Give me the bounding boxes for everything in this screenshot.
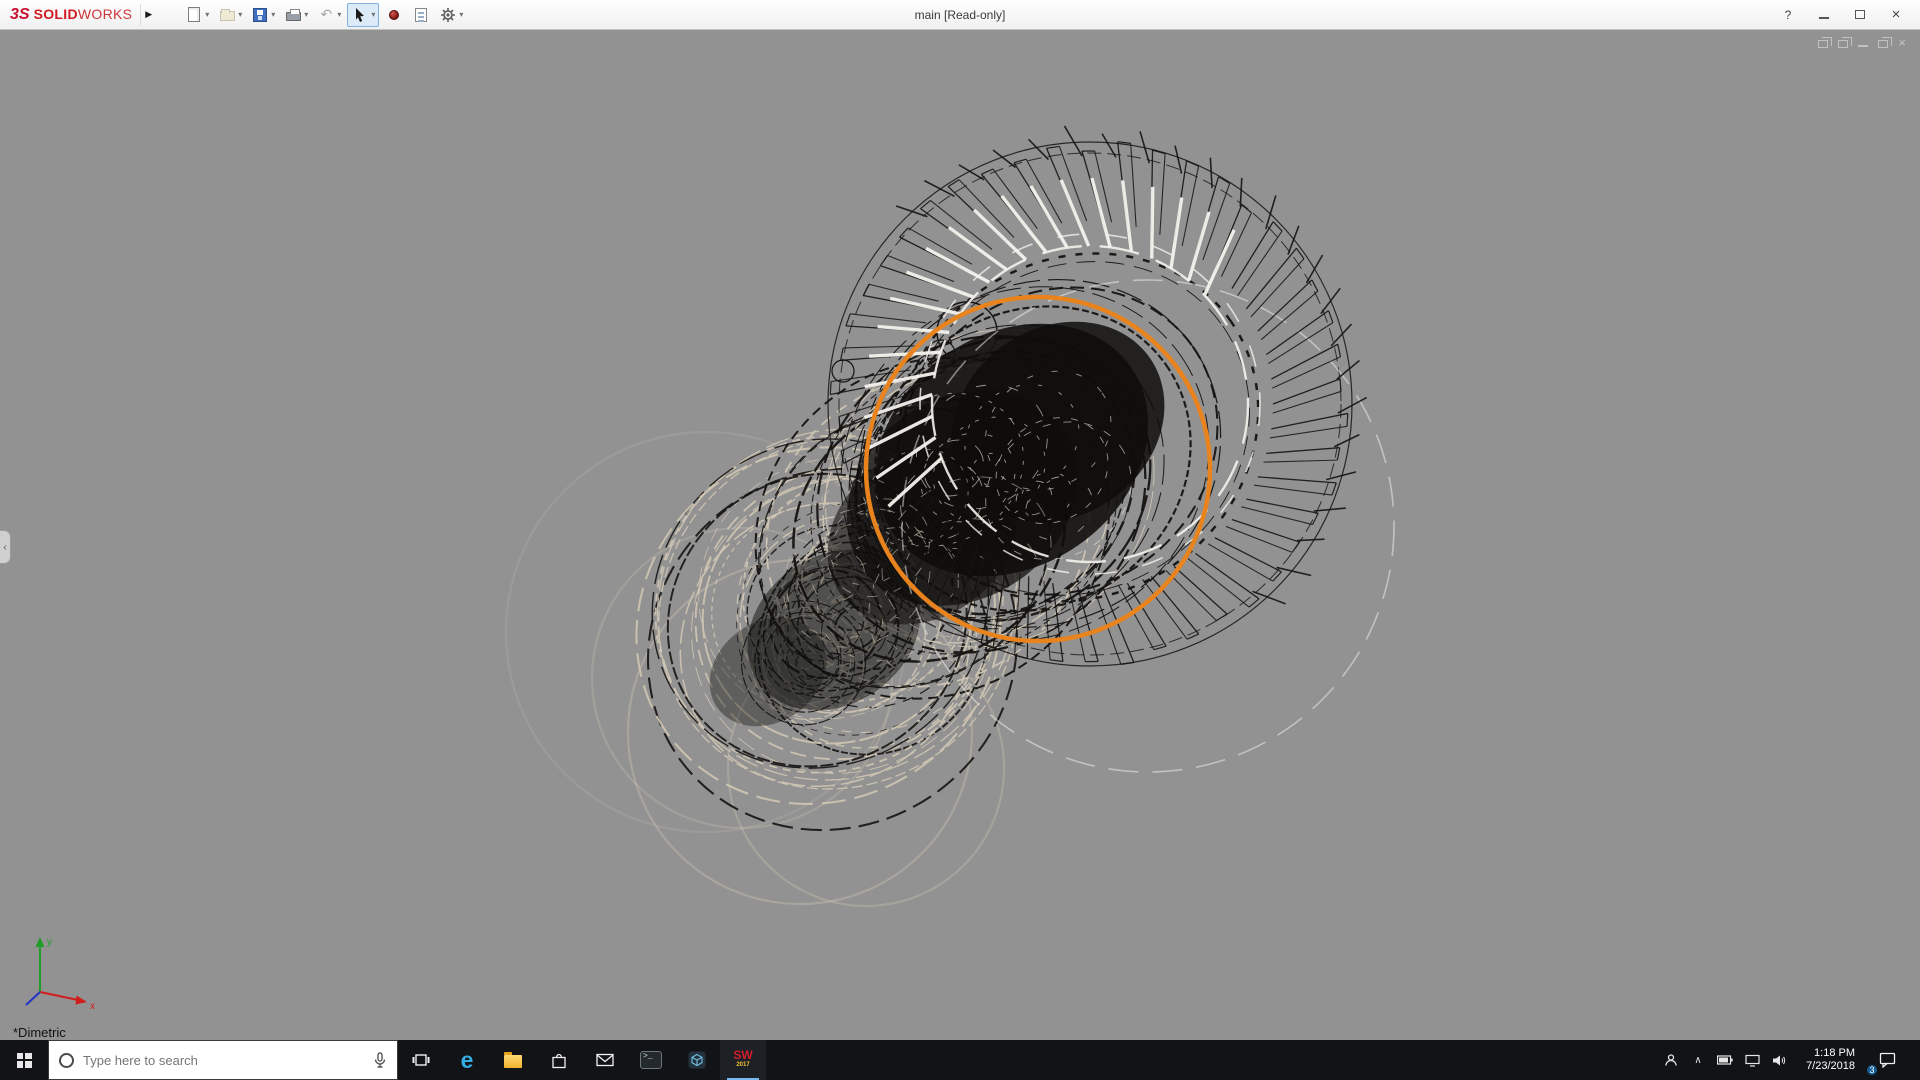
taskbar-search-box[interactable] [48,1040,398,1080]
open-document-button[interactable]: ▾ [215,3,245,27]
view-orientation-label: *Dimetric [13,1025,66,1040]
solidworks-app-icon: SW 2017 [733,1048,753,1068]
chevron-down-icon[interactable]: ▾ [371,10,375,19]
edge-icon: e [460,1046,474,1073]
z-axis-icon [25,991,41,1006]
new-document-icon [185,6,203,24]
open-document-icon [218,6,236,24]
doc-close-icon[interactable]: × [1898,36,1906,49]
file-properties-button[interactable] [409,3,433,27]
options-gear-icon [439,6,457,24]
y-axis-arrow-icon [35,937,45,947]
print-button[interactable]: ▾ [281,3,311,27]
rebuild-button[interactable] [382,3,406,27]
select-tool-button[interactable]: ▾ [347,2,380,27]
search-input[interactable] [83,1052,364,1068]
network-icon[interactable] [1744,1052,1760,1068]
document-window-controls: × [1818,36,1906,49]
task-view-button[interactable] [398,1040,444,1080]
cortana-icon [59,1052,74,1068]
chevron-down-icon[interactable]: ▾ [459,10,463,19]
chevron-down-icon[interactable]: ▾ [337,10,341,19]
quick-access-toolbar: ▾ ▾ ▾ ▾ ↶ ▾ ▾ ▾ [182,2,466,27]
model-wireframe-canvas[interactable] [0,30,1920,1040]
options-button[interactable]: ▾ [436,3,466,27]
clock-time: 1:18 PM [1814,1047,1855,1059]
window-controls: ? × [1780,7,1920,23]
cube-app-button[interactable] [674,1040,720,1080]
file-properties-icon [412,6,430,24]
action-center-icon [1879,1052,1895,1068]
save-button[interactable]: ▾ [248,3,278,27]
console-app-button[interactable]: >_ [628,1040,674,1080]
chevron-down-icon[interactable]: ▾ [205,10,209,19]
chevron-down-icon[interactable]: ▾ [271,10,275,19]
clock-date: 7/23/2018 [1806,1060,1855,1072]
notification-badge: 3 [1865,1063,1879,1077]
action-center-button[interactable]: 3 [1865,1052,1900,1077]
chevron-down-icon[interactable]: ▾ [304,10,308,19]
expand-arrow-icon: ▶ [145,9,153,19]
system-tray: ∧ 1:18 PM 7/23/2018 3 [1659,1040,1920,1080]
people-icon[interactable] [1663,1052,1679,1068]
task-view-icon [412,1054,430,1066]
new-document-button[interactable]: ▾ [182,3,212,27]
undo-icon: ↶ [320,6,333,22]
print-icon [284,6,302,24]
taskbar-apps: e >_ SW 2017 [398,1040,766,1080]
doc-restore-icon[interactable] [1818,37,1833,48]
cube-app-icon [688,1051,706,1069]
microphone-icon[interactable] [373,1052,387,1068]
undo-button[interactable]: ↶ ▾ [314,3,344,27]
chevron-down-icon[interactable]: ▾ [238,10,242,19]
x-axis-arrow-icon [75,995,87,1005]
close-button[interactable]: × [1888,7,1904,23]
dassault-3ds-logo-icon: 3S [10,5,30,23]
maximize-button[interactable] [1852,7,1868,23]
window-title: main [Read-only] [914,8,1006,22]
doc-minimize-icon[interactable] [1858,39,1869,47]
menu-expand-button[interactable]: ▶ [140,3,156,26]
y-axis-label: y [47,937,52,948]
feature-manager-collapse-tab[interactable]: ‹ [0,530,11,564]
tray-expand-icon[interactable]: ∧ [1690,1052,1706,1068]
battery-icon[interactable] [1717,1052,1733,1068]
volume-icon[interactable] [1771,1052,1787,1068]
save-icon [251,6,269,24]
mail-button[interactable] [582,1040,628,1080]
file-explorer-button[interactable] [490,1040,536,1080]
rebuild-icon [385,6,403,24]
taskbar-clock[interactable]: 1:18 PM 7/23/2018 [1798,1047,1863,1073]
close-icon: × [1891,5,1901,23]
windows-logo-icon [16,1052,32,1068]
windows-taskbar: e >_ SW 2017 ∧ [0,1040,1920,1080]
mail-icon [596,1053,614,1067]
file-explorer-icon [504,1052,522,1068]
console-icon: >_ [640,1051,662,1069]
brand-name: SOLIDWORKS [33,5,133,22]
collapse-arrow-icon: ‹ [3,541,7,553]
maximize-icon [1855,10,1865,19]
start-button[interactable] [0,1040,48,1080]
minimize-icon [1819,10,1829,19]
graphics-viewport[interactable]: × ‹ y x *Dimetric [0,30,1920,1040]
orientation-triad: y x [25,937,95,1012]
minimize-button[interactable] [1816,7,1832,23]
select-cursor-icon [351,6,369,24]
edge-browser-button[interactable]: e [444,1040,490,1080]
x-axis-label: x [90,1001,95,1012]
help-button[interactable]: ? [1780,7,1796,23]
doc-restore-down-icon[interactable] [1878,37,1893,48]
titlebar: 3S SOLIDWORKS ▶ ▾ ▾ ▾ ▾ ↶ ▾ ▾ ▾ main [Re… [0,0,1920,30]
store-icon [552,1053,566,1068]
solidworks-app-button[interactable]: SW 2017 [720,1040,766,1080]
doc-cascade-icon[interactable] [1838,37,1853,48]
solidworks-logo: 3S SOLIDWORKS [0,6,140,24]
store-button[interactable] [536,1040,582,1080]
